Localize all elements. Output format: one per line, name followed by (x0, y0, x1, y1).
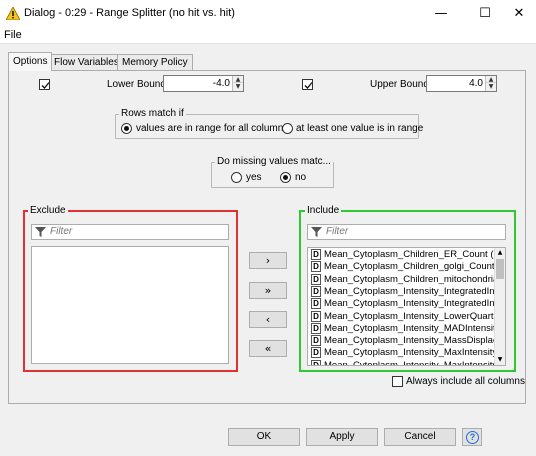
rows-match-legend: Rows match if (119, 108, 186, 119)
spinner-up-icon[interactable]: ▲ (486, 76, 496, 83)
scroll-up-icon[interactable]: ▲ (495, 248, 505, 258)
ok-button[interactable]: OK (228, 428, 300, 446)
list-item-label: Mean_Cytoplasm_Intensity_MADIntensity... (324, 322, 506, 334)
radio-all-columns[interactable] (121, 123, 132, 134)
list-item[interactable]: D Mean_Cytoplasm_Intensity_MADIntensity..… (311, 322, 506, 335)
list-item[interactable]: D Mean_Cytoplasm_Intensity_MaxIntensity..… (311, 347, 504, 359)
exclude-legend: Exclude (28, 205, 68, 216)
scroll-down-icon[interactable]: ▼ (495, 355, 505, 365)
list-item[interactable]: D Mean_Cytoplasm_Intensity_IntegratedInt.… (311, 298, 505, 310)
upper-bound-spinner[interactable]: 4.0 ▲ ▼ (426, 75, 497, 92)
list-item-label: Mean_Cytoplasm_Intensity_LowerQuartil... (324, 310, 506, 322)
double-type-icon: D (311, 249, 321, 260)
tab-memory-policy[interactable]: Memory Policy (117, 54, 193, 70)
menu-bar: File (0, 28, 536, 44)
list-item-label: Mean_Cytoplasm_Intensity_IntegratedInt..… (324, 298, 506, 310)
add-all-button[interactable]: » (249, 282, 287, 299)
spinner-up-icon[interactable]: ▲ (233, 76, 243, 83)
include-legend: Include (305, 205, 342, 216)
list-item[interactable]: D Mean_Cytoplasm_Children_golgi_Count (..… (311, 261, 506, 273)
missing-values-legend: Do missing values matc... (215, 156, 333, 167)
list-item-label: Mean_Cytoplasm_Intensity_MaxIntensity... (324, 347, 505, 359)
title-bar: Dialog - 0:29 - Range Splitter (no hit v… (0, 0, 536, 28)
upper-bound-value[interactable]: 4.0 (469, 78, 483, 89)
lower-bound-spinner[interactable]: -4.0 ▲ ▼ (163, 75, 244, 92)
add-button[interactable]: › (249, 252, 287, 269)
tab-flow-variables[interactable]: Flow Variables (49, 54, 124, 70)
radio-missing-no[interactable] (280, 172, 291, 183)
include-list-scrollbar[interactable]: ▲ ▼ (494, 248, 505, 365)
list-item[interactable]: D Mean_Cytoplasm_Children_mitochondria_..… (311, 273, 506, 286)
always-include-label[interactable]: Always include all columns (406, 376, 525, 387)
lower-bound-label: Lower Bound (107, 79, 166, 90)
list-item-label: Mean_Cytoplasm_Children_mitochondria_... (324, 273, 506, 285)
upper-bound-checkbox[interactable] (302, 79, 313, 90)
radio-missing-yes[interactable] (231, 172, 242, 183)
list-item-label: Mean_Cytoplasm_Children_golgi_Count (... (324, 261, 506, 273)
radio-all-columns-label[interactable]: values are in range for all columns (136, 123, 288, 134)
radio-one-value[interactable] (282, 123, 293, 134)
list-item-label: Mean_Cytoplasm_Children_ER_Count (M... (324, 249, 506, 260)
list-item[interactable]: D Mean_Cytoplasm_Intensity_MassDisplac... (311, 335, 506, 347)
warning-icon (6, 7, 20, 20)
double-type-icon: D (311, 273, 321, 285)
list-item[interactable]: D Mean_Cytoplasm_Intensity_MaxIntensity..… (311, 359, 505, 366)
exclude-list[interactable] (31, 246, 229, 364)
help-button[interactable]: ? (462, 428, 482, 446)
help-icon: ? (466, 431, 479, 444)
filter-icon (311, 227, 322, 237)
radio-missing-no-label[interactable]: no (295, 172, 306, 183)
double-type-icon: D (311, 347, 321, 359)
list-item-label: Mean_Cytoplasm_Intensity_MassDisplac... (324, 335, 506, 347)
double-type-icon: D (311, 261, 321, 273)
always-include-checkbox[interactable] (392, 376, 403, 387)
list-item-label: Mean_Cytoplasm_Intensity_MaxIntensity... (324, 359, 505, 366)
menu-file[interactable]: File (4, 29, 22, 41)
list-item[interactable]: D Mean_Cytoplasm_Intensity_IntegratedInt.… (311, 285, 506, 298)
spinner-down-icon[interactable]: ▼ (486, 83, 496, 90)
close-button[interactable]: ✕ (502, 0, 536, 28)
upper-bound-label: Upper Bound (370, 79, 429, 90)
exclude-filter-placeholder: Filter (50, 226, 73, 237)
include-filter-placeholder: Filter (326, 226, 349, 237)
tab-options[interactable]: Options (8, 52, 53, 71)
double-type-icon: D (311, 310, 321, 322)
lower-bound-value[interactable]: -4.0 (213, 78, 230, 89)
radio-missing-yes-label[interactable]: yes (246, 172, 262, 183)
double-type-icon: D (311, 298, 321, 310)
double-type-icon: D (311, 322, 321, 334)
scroll-thumb[interactable] (496, 259, 504, 279)
spinner-down-icon[interactable]: ▼ (233, 83, 243, 90)
lower-bound-stepper[interactable]: ▲ ▼ (232, 76, 243, 91)
cancel-button[interactable]: Cancel (384, 428, 456, 446)
list-item[interactable]: D Mean_Cytoplasm_Intensity_LowerQuartil..… (311, 310, 506, 323)
double-type-icon: D (311, 285, 321, 297)
double-type-icon: D (311, 359, 321, 365)
include-list[interactable]: D Mean_Cytoplasm_Children_ER_Count (M... D… (307, 247, 506, 366)
window-title: Dialog - 0:29 - Range Splitter (no hit v… (24, 7, 235, 19)
remove-all-button[interactable]: « (249, 340, 287, 357)
exclude-filter-input[interactable]: Filter (31, 224, 229, 240)
lower-bound-checkbox[interactable] (39, 79, 50, 90)
list-item-label: Mean_Cytoplasm_Intensity_IntegratedInt..… (324, 285, 506, 297)
upper-bound-stepper[interactable]: ▲ ▼ (485, 76, 496, 91)
include-filter-input[interactable]: Filter (307, 224, 506, 240)
list-item[interactable]: D Mean_Cytoplasm_Children_ER_Count (M... (311, 249, 506, 261)
double-type-icon: D (311, 335, 321, 347)
maximize-button[interactable]: ☐ (468, 0, 502, 28)
apply-button[interactable]: Apply (306, 428, 378, 446)
remove-button[interactable]: ‹ (249, 311, 287, 328)
radio-one-value-label[interactable]: at least one value is in range (296, 123, 423, 134)
filter-icon (35, 227, 46, 237)
minimize-button[interactable]: — (424, 0, 458, 28)
